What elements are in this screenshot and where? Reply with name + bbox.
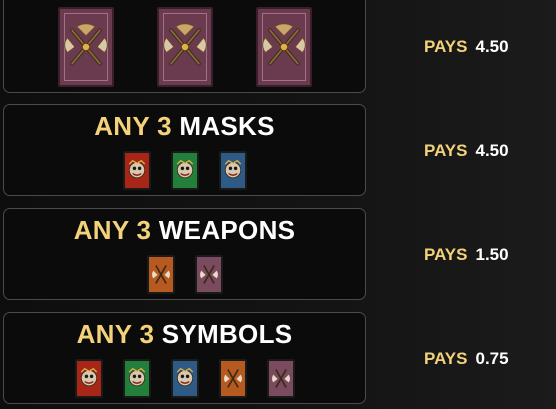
orange-axe-icon [146,255,175,294]
pays-value: 0.75 [475,349,509,368]
blue-mask-icon [170,359,199,398]
title-category: SYMBOLS [161,319,293,349]
icon-row [4,7,365,87]
pays-row-3: PAYS 1.50 [424,245,509,265]
pays-label: PAYS [424,37,468,56]
paytable-panel-axes [3,0,366,93]
red-mask-icon [122,151,151,190]
pays-label: PAYS [424,141,468,160]
pays-label: PAYS [424,245,468,264]
title-category: MASKS [179,111,275,141]
title-count: 3 [139,319,155,349]
axe-card-icon [255,7,312,87]
title-count: 3 [136,215,152,245]
icon-row [4,151,365,190]
orange-axe-icon [218,359,247,398]
pays-value: 1.50 [475,245,509,264]
row-title: ANY 3 WEAPONS [4,215,365,246]
red-mask-icon [74,359,103,398]
title-count: 3 [157,111,172,141]
green-mask-icon [170,151,199,190]
title-any: ANY [73,215,130,245]
icon-row [4,255,365,294]
title-category: WEAPONS [158,215,296,245]
pays-row-1: PAYS 4.50 [424,37,509,57]
title-any: ANY [76,319,132,349]
row-title: ANY 3 MASKS [4,111,365,142]
axe-card-icon [156,7,213,87]
paytable-panel-symbols: ANY 3 SYMBOLS [3,312,366,404]
pays-value: 4.50 [475,141,509,160]
pays-row-4: PAYS 0.75 [424,349,509,369]
purple-axe-icon [266,359,295,398]
pays-row-2: PAYS 4.50 [424,141,509,161]
paytable-page: PAYS 4.50 ANY 3 MASKS PAYS 4.50 ANY 3 WEAP… [0,0,556,409]
pays-label: PAYS [424,349,468,368]
axe-card-icon [57,7,114,87]
paytable-panel-weapons: ANY 3 WEAPONS [3,208,366,300]
blue-mask-icon [218,151,247,190]
green-mask-icon [122,359,151,398]
purple-axe-icon [194,255,223,294]
row-title: ANY 3 SYMBOLS [4,319,365,350]
pays-value: 4.50 [475,37,509,56]
paytable-panel-masks: ANY 3 MASKS [3,104,366,196]
title-any: ANY [94,111,150,141]
icon-row [4,359,365,398]
